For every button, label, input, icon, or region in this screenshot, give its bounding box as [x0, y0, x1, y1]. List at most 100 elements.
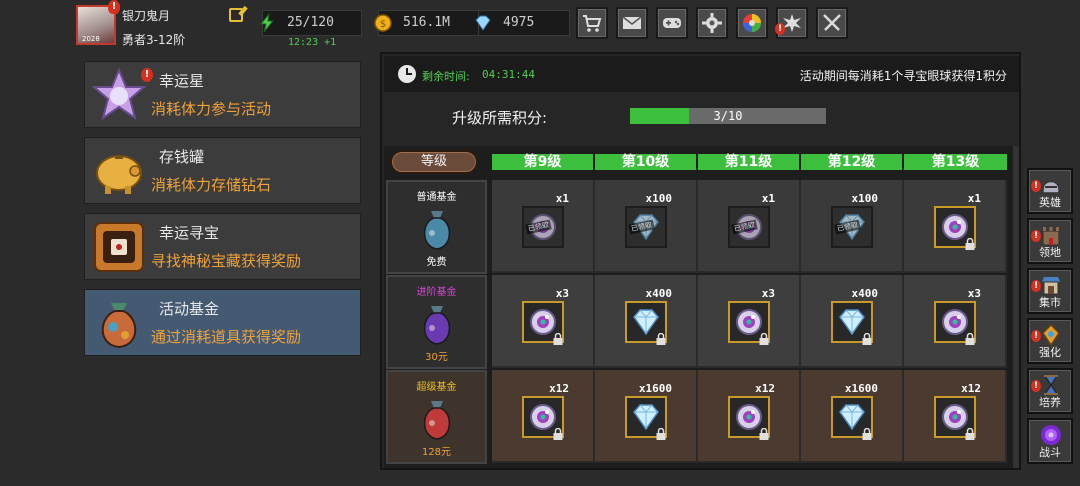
lock-icon — [965, 333, 975, 345]
fund-price: 30元 — [425, 352, 448, 363]
lightning-icon — [259, 13, 275, 33]
reward-grid: 等级 第9级 第10级 第11级 第12级 第13级 普通基金 免费 进阶基金 30元 超级基金… — [384, 146, 1019, 468]
event-lucky-treasure[interactable]: 幸运寻宝 寻找神秘宝藏获得奖励 — [84, 213, 361, 280]
reward-cell[interactable]: x1600 — [595, 370, 698, 463]
battle-swords-button[interactable] — [816, 7, 848, 39]
sidebar-label: 强化 — [1039, 346, 1061, 359]
level-button[interactable]: 等级 — [390, 150, 478, 174]
stamina-value: 25/120 — [287, 15, 334, 30]
reward-cell[interactable]: x12 — [904, 370, 1007, 463]
fund-panel: 剩余时间: 04:31:44 活动期间每消耗1个寻宝眼球获得1积分 升级所需积分… — [380, 52, 1021, 470]
level-header: 第12级 — [801, 154, 904, 170]
panel-header: 剩余时间: 04:31:44 活动期间每消耗1个寻宝眼球获得1积分 — [384, 56, 1019, 92]
sidebar-button[interactable]: 战斗 — [1027, 418, 1073, 464]
mail-button[interactable] — [616, 7, 648, 39]
reward-count: x3 — [967, 287, 981, 300]
lock-icon — [965, 238, 975, 250]
reward-cell[interactable]: x3 — [904, 275, 1007, 368]
reward-cell[interactable]: x3 — [492, 275, 595, 368]
player-avatar[interactable]: ! 2028 — [76, 0, 120, 45]
fund-bag-icon — [423, 401, 450, 440]
sidebar-button[interactable]: ! 领地 — [1027, 218, 1073, 264]
reward-count: x400 — [851, 287, 879, 300]
diamond-display: 4975 — [475, 10, 570, 36]
alert-icon: ! — [141, 68, 153, 82]
crossed-swords-icon — [823, 14, 841, 31]
alert-icon: ! — [108, 0, 120, 14]
reward-cell[interactable]: x12 — [698, 370, 801, 463]
lock-icon — [553, 428, 563, 440]
reward-cell[interactable]: x100 已领取 — [801, 180, 904, 273]
reward-cell[interactable]: x1 — [904, 180, 1007, 273]
reward-count: x100 — [645, 192, 673, 205]
grid-scrollbar[interactable] — [1013, 146, 1019, 468]
fund-bag-icon — [423, 211, 450, 250]
reward-count: x1 — [555, 192, 569, 205]
player-rank: 勇者3-12阶 — [122, 33, 186, 47]
settings-button[interactable] — [696, 7, 728, 39]
sidebar-button[interactable]: ! 英雄 — [1027, 168, 1073, 214]
fund-tier[interactable]: 进阶基金 30元 — [386, 275, 487, 369]
shop-button[interactable] — [576, 7, 608, 39]
gold-display: $ 516.1M — [374, 10, 486, 36]
event-desc: 消耗体力参与活动 — [151, 100, 272, 118]
fund-tier[interactable]: 超级基金 128元 — [386, 370, 487, 464]
svg-text:$: $ — [380, 19, 386, 30]
fund-price: 免费 — [426, 257, 447, 268]
level-header: 第9级 — [492, 154, 595, 170]
avatar-year: 2028 — [82, 35, 100, 43]
reward-count: x3 — [761, 287, 775, 300]
gold-value: 516.1M — [403, 15, 450, 30]
reward-count: x3 — [555, 287, 569, 300]
event-activity-fund[interactable]: 活动基金 通过消耗道具获得奖励 — [84, 289, 361, 356]
sidebar-label: 英雄 — [1039, 196, 1061, 209]
alert-icon: ! — [1031, 280, 1041, 292]
reward-count: x1 — [761, 192, 775, 205]
sidebar-label: 战斗 — [1039, 446, 1061, 459]
reward-cell[interactable]: x400 — [801, 275, 904, 368]
gamepad-button[interactable] — [656, 7, 688, 39]
stamina-timer: 12:23 +1 — [288, 37, 337, 48]
reward-cell[interactable]: x3 — [698, 275, 801, 368]
upgrade-progress-bar: 3/10 — [630, 108, 826, 124]
reward-cell[interactable]: x1 已领取 — [492, 180, 595, 273]
lock-icon — [759, 428, 769, 440]
sidebar-button[interactable]: ! 集市 — [1027, 268, 1073, 314]
remaining-time-value: 04:31:44 — [482, 68, 535, 81]
treasure-chest-icon — [94, 222, 144, 272]
upgrade-points-label: 升级所需积分: — [452, 109, 548, 127]
lock-icon — [862, 333, 872, 345]
shop-cart-icon — [583, 15, 602, 32]
color-wheel-button[interactable] — [736, 7, 768, 39]
fund-tier[interactable]: 普通基金 免费 — [386, 180, 487, 274]
reward-count: x1 — [967, 192, 981, 205]
level-header: 第11级 — [698, 154, 801, 170]
alert-icon: ! — [1031, 330, 1041, 342]
event-lucky-star[interactable]: ! 幸运星 消耗体力参与活动 — [84, 61, 361, 128]
event-title: 幸运星 — [159, 72, 205, 90]
reward-cell[interactable]: x1 已领取 — [698, 180, 801, 273]
player-name: 银刀鬼月 — [122, 9, 171, 23]
piggy-bank-icon — [96, 155, 142, 194]
reward-cell[interactable]: x1600 — [801, 370, 904, 463]
edit-name-icon[interactable] — [229, 8, 243, 22]
sidebar-button[interactable]: ! 强化 — [1027, 318, 1073, 364]
gold-coin-icon: $ — [374, 14, 392, 32]
event-piggy-bank[interactable]: 存钱罐 消耗体力存储钻石 — [84, 137, 361, 204]
event-title: 活动基金 — [159, 300, 220, 318]
reward-cell[interactable]: x12 — [492, 370, 595, 463]
event-desc: 消耗体力存储钻石 — [151, 176, 272, 194]
fund-name: 进阶基金 — [416, 287, 457, 298]
burst-button[interactable]: ! — [775, 7, 808, 39]
fund-price: 128元 — [421, 447, 452, 458]
reward-cell[interactable]: x400 — [595, 275, 698, 368]
reward-cell[interactable]: x100 已领取 — [595, 180, 698, 273]
alert-icon: ! — [1031, 230, 1041, 242]
diamond-icon — [475, 15, 491, 31]
lock-icon — [862, 428, 872, 440]
fund-name: 普通基金 — [416, 192, 457, 203]
sidebar-button[interactable]: ! 培养 — [1027, 368, 1073, 414]
sidebar-label: 领地 — [1039, 246, 1061, 259]
progress-text: 3/10 — [713, 109, 743, 123]
reward-count: x400 — [645, 287, 673, 300]
